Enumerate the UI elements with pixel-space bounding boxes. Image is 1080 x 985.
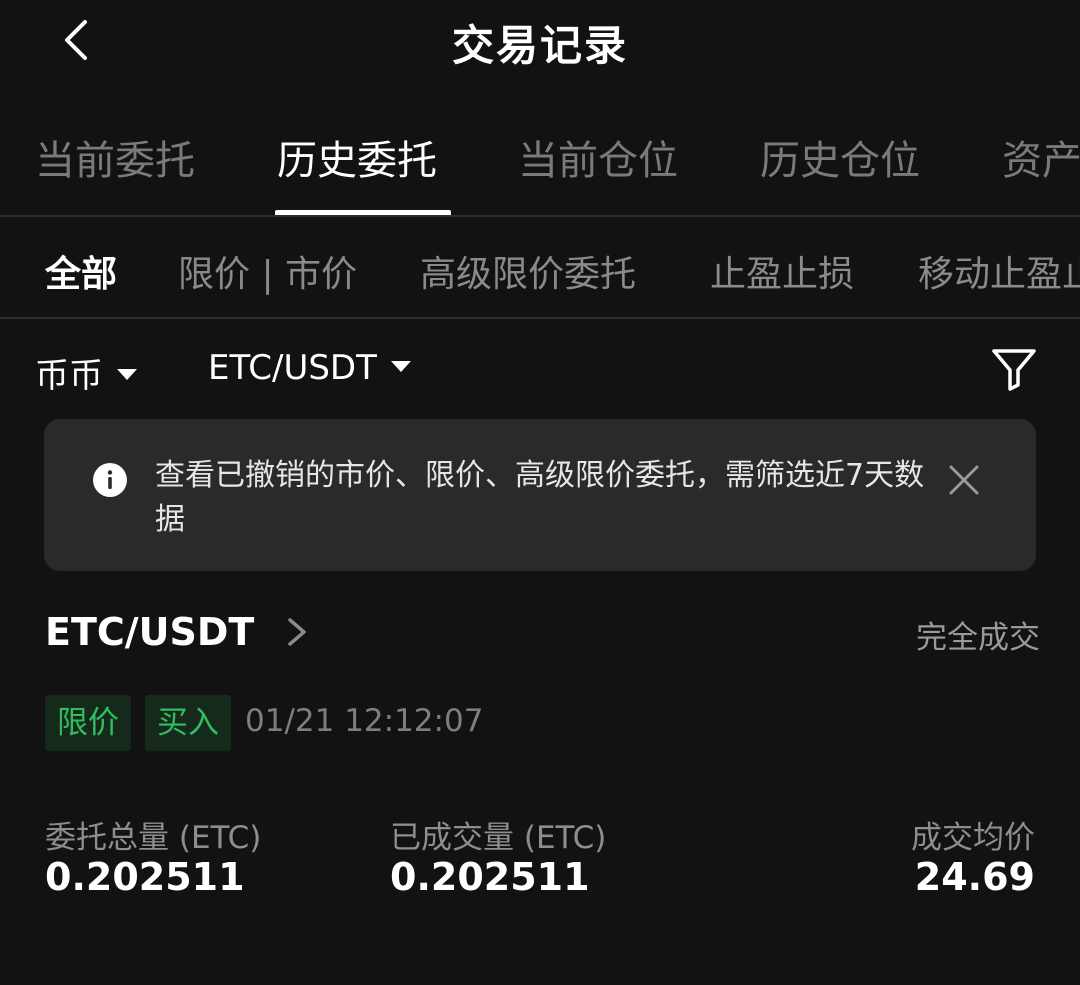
subtab-tp-sl[interactable]: 止盈止损 xyxy=(710,245,854,297)
order-time: 01/21 12:12:07 xyxy=(245,703,484,739)
caret-down-icon xyxy=(390,361,411,372)
market-selector-label: 币币 xyxy=(35,356,103,396)
market-selector[interactable]: 币币 xyxy=(35,348,137,397)
filled-amount-label: 已成交量 (ETC) xyxy=(390,820,607,856)
chevron-right-icon xyxy=(288,617,307,646)
order-status: 完全成交 xyxy=(916,620,1040,656)
tab-position-history[interactable]: 历史仓位 xyxy=(760,128,920,186)
subtabs-divider xyxy=(0,317,1080,319)
subtab-advanced-limit[interactable]: 高级限价委托 xyxy=(420,245,636,297)
close-icon[interactable] xyxy=(948,464,980,496)
order-pair-link[interactable]: ETC/USDT xyxy=(45,610,310,654)
avg-price-label: 成交均价 xyxy=(911,820,1035,856)
subtab-all[interactable]: 全部 xyxy=(45,245,117,297)
total-amount-label: 委托总量 (ETC) xyxy=(45,820,262,856)
tab-current-orders[interactable]: 当前委托 xyxy=(35,128,195,186)
pair-selector-label: ETC/USDT xyxy=(208,348,377,388)
tabs-divider xyxy=(0,215,1080,217)
order-pair-label: ETC/USDT xyxy=(45,610,255,654)
page-title: 交易记录 xyxy=(451,21,628,70)
filled-amount-value: 0.202511 xyxy=(390,855,590,899)
caret-down-icon xyxy=(117,369,137,380)
order-type-badge: 限价 xyxy=(45,695,131,751)
tab-assets[interactable]: 资产 xyxy=(1002,128,1080,186)
total-amount-value: 0.202511 xyxy=(45,855,245,899)
filter-icon[interactable] xyxy=(990,345,1038,393)
pair-selector[interactable]: ETC/USDT xyxy=(208,348,411,388)
notice-text: 查看已撤销的市价、限价、高级限价委托，需筛选近7天数据 xyxy=(155,458,925,537)
tab-order-history[interactable]: 历史委托 xyxy=(277,128,437,186)
subtab-trailing-stop[interactable]: 移动止盈止损 xyxy=(918,245,1080,297)
order-side-badge: 买入 xyxy=(145,695,231,751)
info-icon xyxy=(93,463,127,497)
tab-current-positions[interactable]: 当前仓位 xyxy=(518,128,678,186)
order-type-tabs: 当前委托 历史委托 当前仓位 历史仓位 资产 xyxy=(0,128,1080,188)
avg-price-value: 24.69 xyxy=(914,855,1035,899)
subtab-limit-market[interactable]: 限价 | 市价 xyxy=(178,245,357,297)
